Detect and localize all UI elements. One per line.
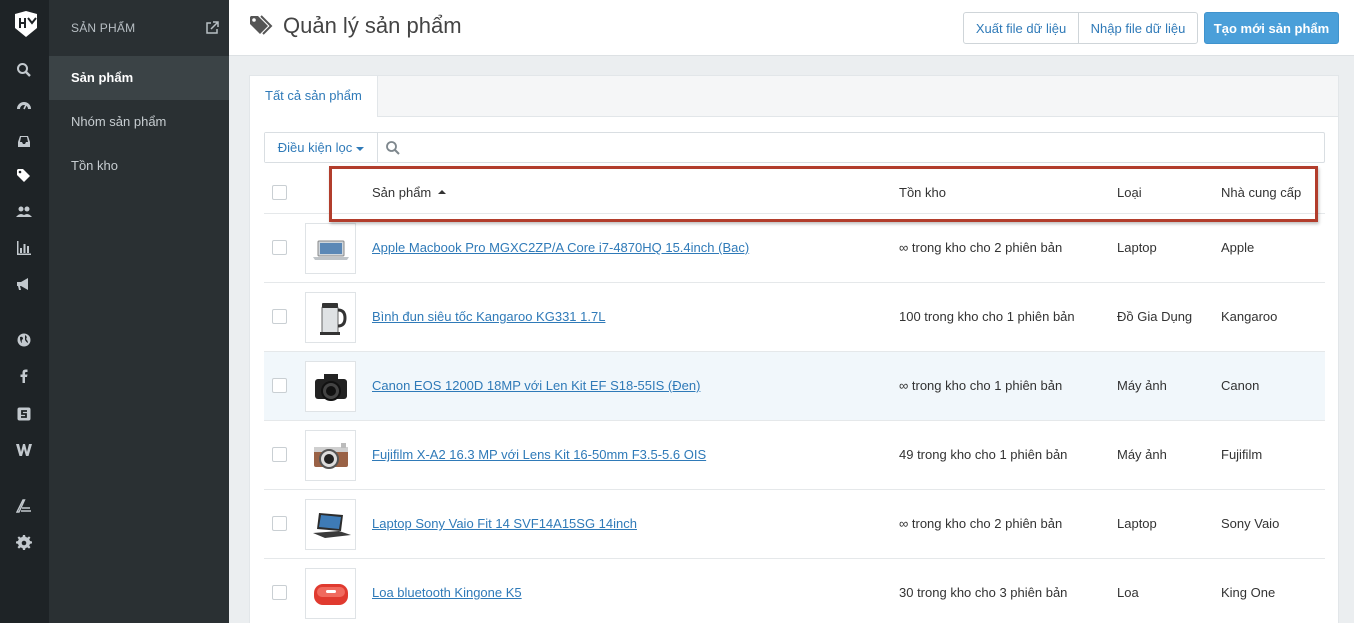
row-checkbox[interactable] (272, 240, 287, 255)
row-checkbox[interactable] (272, 585, 287, 600)
inbox-icon[interactable] (14, 132, 34, 150)
product-type: Máy ảnh (1117, 378, 1167, 393)
row-checkbox[interactable] (272, 516, 287, 531)
product-type: Máy ảnh (1117, 447, 1167, 462)
row-checkbox[interactable] (272, 309, 287, 324)
column-header-vendor[interactable]: Nhà cung cấp (1221, 172, 1301, 214)
kettle-thumbnail[interactable] (305, 292, 356, 343)
select-all-checkbox[interactable] (272, 185, 287, 200)
sidebar-item-product-groups[interactable]: Nhóm sản phẩm (49, 100, 229, 144)
table-row: Fujifilm X-A2 16.3 MP với Lens Kit 16-50… (264, 421, 1325, 490)
tab-all-products[interactable]: Tất cả sản phẩm (250, 76, 378, 117)
sidebar-item-inventory[interactable]: Tồn kho (49, 144, 229, 188)
product-name-link[interactable]: Canon EOS 1200D 18MP với Len Kit EF S18-… (372, 352, 700, 420)
search-icon[interactable] (14, 61, 34, 79)
table-header: Sản phẩm Tồn kho Loại Nhà cung cấp (264, 172, 1325, 214)
product-stock: 100 trong kho cho 1 phiên bản (899, 309, 1075, 324)
product-type: Laptop (1117, 516, 1157, 531)
logo-icon[interactable] (12, 10, 40, 38)
sidebar-item-products[interactable]: Sản phẩm (49, 56, 229, 100)
product-vendor: Fujifilm (1221, 447, 1263, 462)
export-data-button[interactable]: Xuất file dữ liệu (963, 12, 1079, 44)
sidebar-section-header: SẢN PHẨM (49, 0, 229, 56)
sort-ascending-icon (438, 190, 447, 194)
product-vendor: Sony Vaio (1221, 516, 1280, 531)
s-icon[interactable] (14, 405, 34, 423)
product-stock: ∞ trong kho cho 1 phiên bản (899, 378, 1063, 393)
tab-bar: Tất cả sản phẩm (250, 76, 1338, 117)
product-vendor: Kangaroo (1221, 309, 1278, 324)
camera-thumbnail[interactable] (305, 430, 356, 481)
product-stock: ∞ trong kho cho 2 phiên bản (899, 240, 1063, 255)
product-stock: ∞ trong kho cho 2 phiên bản (899, 516, 1063, 531)
caret-down-icon (356, 146, 365, 151)
table-row: Apple Macbook Pro MGXC2ZP/A Core i7-4870… (264, 214, 1325, 283)
product-name-link[interactable]: Loa bluetooth Kingone K5 (372, 559, 522, 623)
row-checkbox[interactable] (272, 378, 287, 393)
megaphone-icon[interactable] (14, 275, 34, 293)
laptop-thumbnail[interactable] (305, 499, 356, 550)
product-name-link[interactable]: Apple Macbook Pro MGXC2ZP/A Core i7-4870… (372, 214, 749, 282)
column-header-stock[interactable]: Tồn kho (899, 172, 946, 214)
sidebar-submenu: SẢN PHẨM Sản phẩm Nhóm sản phẩm Tồn kho (49, 0, 229, 623)
laptop-thumbnail[interactable] (305, 223, 356, 274)
table-row: Bình đun siêu tốc Kangaroo KG331 1.7L 10… (264, 283, 1325, 352)
table-row: Loa bluetooth Kingone K5 30 trong kho ch… (264, 559, 1325, 623)
dashboard-icon[interactable] (14, 96, 34, 114)
product-type: Laptop (1117, 240, 1157, 255)
create-product-button[interactable]: Tạo mới sản phẩm (1204, 12, 1339, 44)
apps-icon[interactable] (14, 497, 34, 515)
import-data-button[interactable]: Nhập file dữ liệu (1078, 12, 1198, 44)
globe-icon[interactable] (14, 331, 34, 349)
product-stock: 30 trong kho cho 3 phiên bản (899, 585, 1068, 600)
w-icon[interactable] (14, 441, 34, 459)
column-header-product[interactable]: Sản phẩm (372, 172, 447, 214)
products-card: Tất cả sản phẩm Điều kiện lọc Sản phẩm T… (249, 75, 1339, 623)
product-name-link[interactable]: Laptop Sony Vaio Fit 14 SVF14A15SG 14inc… (372, 490, 637, 558)
gear-icon[interactable] (14, 534, 34, 552)
product-vendor: Apple (1221, 240, 1255, 255)
search-icon (378, 133, 408, 162)
facebook-icon[interactable] (14, 367, 34, 385)
speaker-thumbnail[interactable] (305, 568, 356, 619)
table-row: Canon EOS 1200D 18MP với Len Kit EF S18-… (264, 352, 1325, 421)
search-input[interactable] (408, 133, 1324, 162)
users-icon[interactable] (14, 203, 34, 221)
column-header-type[interactable]: Loại (1117, 172, 1142, 214)
product-vendor: Canon (1221, 378, 1260, 393)
page-title: Quản lý sản phẩm (283, 13, 462, 38)
product-vendor: King One (1221, 585, 1276, 600)
chart-icon[interactable] (14, 239, 34, 257)
row-checkbox[interactable] (272, 447, 287, 462)
page-header: Quản lý sản phẩm Xuất file dữ liệu Nhập … (229, 0, 1354, 56)
product-name-link[interactable]: Fujifilm X-A2 16.3 MP với Lens Kit 16-50… (372, 421, 706, 489)
page-title-group: Quản lý sản phẩm (249, 13, 462, 39)
camera-thumbnail[interactable] (305, 361, 356, 412)
filter-bar: Điều kiện lọc (264, 132, 1325, 163)
tag-icon[interactable] (14, 167, 34, 185)
filter-conditions-dropdown[interactable]: Điều kiện lọc (265, 133, 378, 162)
icon-rail (0, 0, 49, 623)
sidebar-section-title: SẢN PHẨM (71, 21, 136, 35)
product-name-link[interactable]: Bình đun siêu tốc Kangaroo KG331 1.7L (372, 283, 605, 351)
table-row: Laptop Sony Vaio Fit 14 SVF14A15SG 14inc… (264, 490, 1325, 559)
tags-icon (250, 15, 273, 35)
product-type: Đồ Gia Dụng (1117, 309, 1193, 324)
filter-conditions-label: Điều kiện lọc (277, 140, 353, 155)
column-header-product-label: Sản phẩm (372, 185, 432, 200)
external-link-icon[interactable] (205, 21, 219, 35)
product-stock: 49 trong kho cho 1 phiên bản (899, 447, 1068, 462)
product-type: Loa (1117, 585, 1139, 600)
